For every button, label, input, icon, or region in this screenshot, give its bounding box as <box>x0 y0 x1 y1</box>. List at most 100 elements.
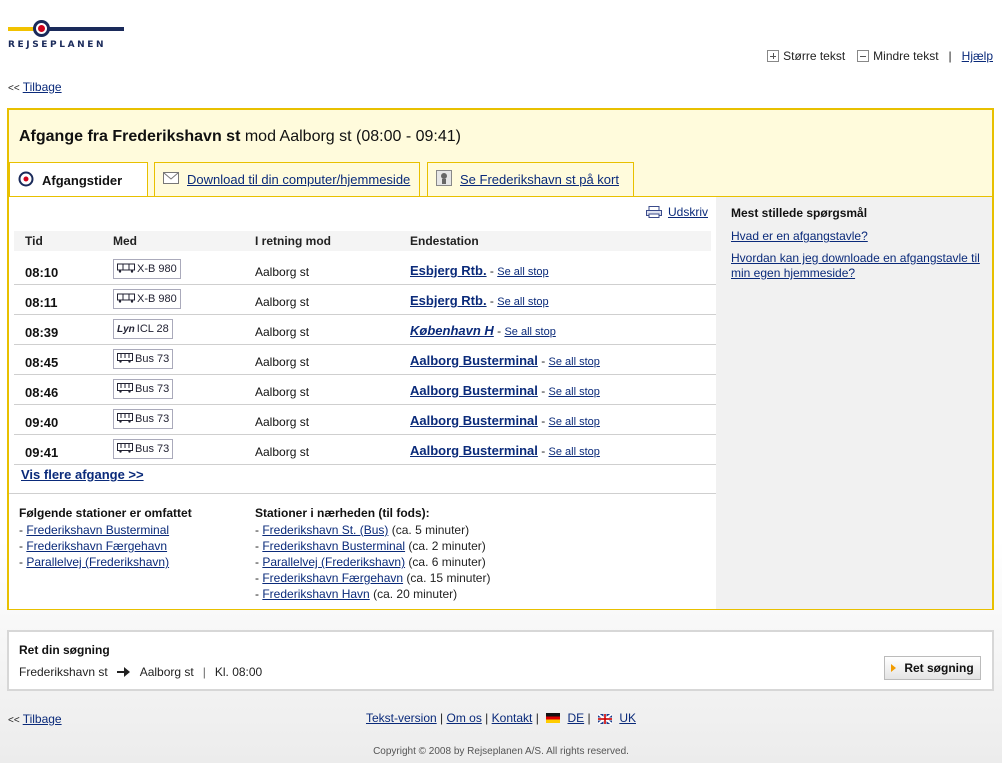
board-body: Udskriv Tid Med I retning mod Endestatio… <box>9 196 992 609</box>
back-link-top: << Tilbage <box>8 80 62 94</box>
transport-label: Bus 73 <box>135 383 170 395</box>
departure-time: 08:11 <box>25 295 58 310</box>
transport-label: Bus 73 <box>135 353 170 365</box>
minus-icon <box>857 50 870 62</box>
german-flag-icon <box>546 712 561 723</box>
search-time: Kl. 08:00 <box>214 665 263 679</box>
station-link[interactable]: Frederikshavn Busterminal <box>26 523 169 537</box>
terminus-link[interactable]: Aalborg Busterminal <box>410 353 538 368</box>
english-language-link[interactable]: UK <box>619 711 636 725</box>
see-all-stops-link[interactable]: Se all stop <box>549 386 600 398</box>
back-arrow-icon: << <box>8 83 20 94</box>
back-link[interactable]: Tilbage <box>23 80 62 94</box>
included-station-item: - Parallelvej (Frederikshavn) <box>19 555 170 569</box>
see-all-stops-link[interactable]: Se all stop <box>497 266 548 278</box>
see-all-stops-link[interactable]: Se all stop <box>549 356 600 368</box>
col-direction: I retning mod <box>255 234 331 248</box>
transport-label: X-B 980 <box>137 293 177 305</box>
col-time: Tid <box>25 234 43 248</box>
transport-badge[interactable]: Bus 73 <box>113 409 174 429</box>
smaller-text-link[interactable]: Mindre tekst <box>857 49 939 63</box>
departure-time: 08:46 <box>25 385 59 400</box>
lyn-icon: Lyn <box>117 323 135 335</box>
included-stations-title: Følgende stationer er omfattet <box>19 506 192 520</box>
print-link[interactable]: Udskriv <box>645 205 708 219</box>
walk-time: (ca. 15 minuter) <box>406 571 491 585</box>
station-link[interactable]: Frederikshavn Havn <box>262 587 369 601</box>
tab-departures[interactable]: Afgangstider <box>9 162 148 198</box>
terminus-link[interactable]: Aalborg Busterminal <box>410 443 538 458</box>
transport-badge[interactable]: X-B 980 <box>113 289 181 309</box>
transport-label: Bus 73 <box>135 443 170 455</box>
direction: Aalborg st <box>255 385 310 399</box>
nearby-stations-title: Stationer i nærheden (til fods): <box>255 506 430 520</box>
see-all-stops-link[interactable]: Se all stop <box>549 416 600 428</box>
station-link[interactable]: Frederikshavn Busterminal <box>262 539 405 553</box>
bus-icon <box>117 352 133 366</box>
separator: | <box>948 49 952 63</box>
nearby-station-item: - Frederikshavn St. (Bus) (ca. 5 minuter… <box>255 523 470 537</box>
terminus-link[interactable]: Aalborg Busterminal <box>410 383 538 398</box>
play-arrow-icon <box>891 664 897 672</box>
contact-link[interactable]: Kontakt <box>492 711 533 725</box>
station-link[interactable]: Frederikshavn Færgehavn <box>262 571 403 585</box>
departure-time: 08:39 <box>25 325 59 340</box>
walk-time: (ca. 20 minuter) <box>373 587 458 601</box>
transport-label: X-B 980 <box>137 263 177 275</box>
station-link[interactable]: Parallelvej (Frederikshavn) <box>26 555 169 569</box>
departure-row: 09:41 Bus 73 Aalborg st Aalborg Busterminal… <box>14 435 716 465</box>
included-stations: Følgende stationer er omfattet - Frederi… <box>19 505 192 570</box>
station-link[interactable]: Frederikshavn Færgehavn <box>26 539 167 553</box>
departure-row: 09:40 Bus 73 Aalborg st Aalborg Busterminal… <box>14 405 716 435</box>
bus-icon <box>117 442 133 456</box>
search-summary: Frederikshavn st Aalborg st | Kl. 08:00 <box>19 665 263 679</box>
tab-map[interactable]: Se Frederikshavn st på kort <box>427 162 634 196</box>
departure-row: 08:46 Bus 73 Aalborg st Aalborg Busterminal… <box>14 375 716 405</box>
text-version-link[interactable]: Tekst-version <box>366 711 437 725</box>
transport-label: Bus 73 <box>135 413 170 425</box>
transport-badge[interactable]: Bus 73 <box>113 349 174 369</box>
terminus-link[interactable]: Aalborg Busterminal <box>410 413 538 428</box>
transport-badge[interactable]: Lyn ICL 28 <box>113 319 173 339</box>
terminus: Aalborg Busterminal - Se all stop <box>410 413 600 428</box>
more-departures-link[interactable]: Vis flere afgange >> <box>21 467 144 482</box>
terminus-link[interactable]: København H <box>410 323 494 338</box>
faq-link-what-is[interactable]: Hvad er en afgangstavle? <box>731 229 986 244</box>
departure-row: 08:45 Bus 73 Aalborg st Aalborg Busterminal… <box>14 345 716 375</box>
larger-text-link[interactable]: Større tekst <box>767 49 845 63</box>
refine-search-button[interactable]: Ret søgning <box>884 656 981 680</box>
walk-time: (ca. 2 minuter) <box>408 539 486 553</box>
see-all-stops-link[interactable]: Se all stop <box>549 446 600 458</box>
departure-time: 08:45 <box>25 355 59 370</box>
terminus: Esbjerg Rtb. - Se all stop <box>410 263 549 278</box>
transport-label: ICL 28 <box>136 323 169 335</box>
rejseplanen-logo[interactable]: REJSEPLANEN <box>8 18 126 52</box>
station-link[interactable]: Frederikshavn St. (Bus) <box>262 523 388 537</box>
train-icon <box>117 263 135 276</box>
nearby-stations-list: - Frederikshavn St. (Bus) (ca. 5 minuter… <box>255 522 490 602</box>
direction: Aalborg st <box>255 295 310 309</box>
terminus-link[interactable]: Esbjerg Rtb. <box>410 263 487 278</box>
about-link[interactable]: Om os <box>446 711 481 725</box>
terminus: Aalborg Busterminal - Se all stop <box>410 383 600 398</box>
see-all-stops-link[interactable]: Se all stop <box>504 326 555 338</box>
help-link[interactable]: Hjælp <box>962 49 993 63</box>
departure-time: 09:40 <box>25 415 59 430</box>
direction: Aalborg st <box>255 265 310 279</box>
tab-download[interactable]: Download til din computer/hjemmeside <box>154 162 420 196</box>
faq-sidebar: Mest stillede spørgsmål Hvad er en afgan… <box>716 197 992 609</box>
german-language-link[interactable]: DE <box>568 711 585 725</box>
terminus-link[interactable]: Esbjerg Rtb. <box>410 293 487 308</box>
text-size-links: Større tekst Mindre tekst | Hjælp <box>761 49 993 63</box>
see-all-stops-link[interactable]: Se all stop <box>497 296 548 308</box>
terminus: Aalborg Busterminal - Se all stop <box>410 353 600 368</box>
transport-badge[interactable]: Bus 73 <box>113 379 174 399</box>
transport-badge[interactable]: X-B 980 <box>113 259 181 279</box>
direction: Aalborg st <box>255 445 310 459</box>
transport-badge[interactable]: Bus 73 <box>113 439 174 459</box>
faq-link-download[interactable]: Hvordan kan jeg downloade en afgangstavl… <box>731 251 986 281</box>
departures-icon <box>18 171 34 190</box>
station-link[interactable]: Parallelvej (Frederikshavn) <box>262 555 405 569</box>
nearby-stations: Stationer i nærheden (til fods): - Frede… <box>255 505 490 602</box>
nearby-station-item: - Frederikshavn Busterminal (ca. 2 minut… <box>255 539 486 553</box>
